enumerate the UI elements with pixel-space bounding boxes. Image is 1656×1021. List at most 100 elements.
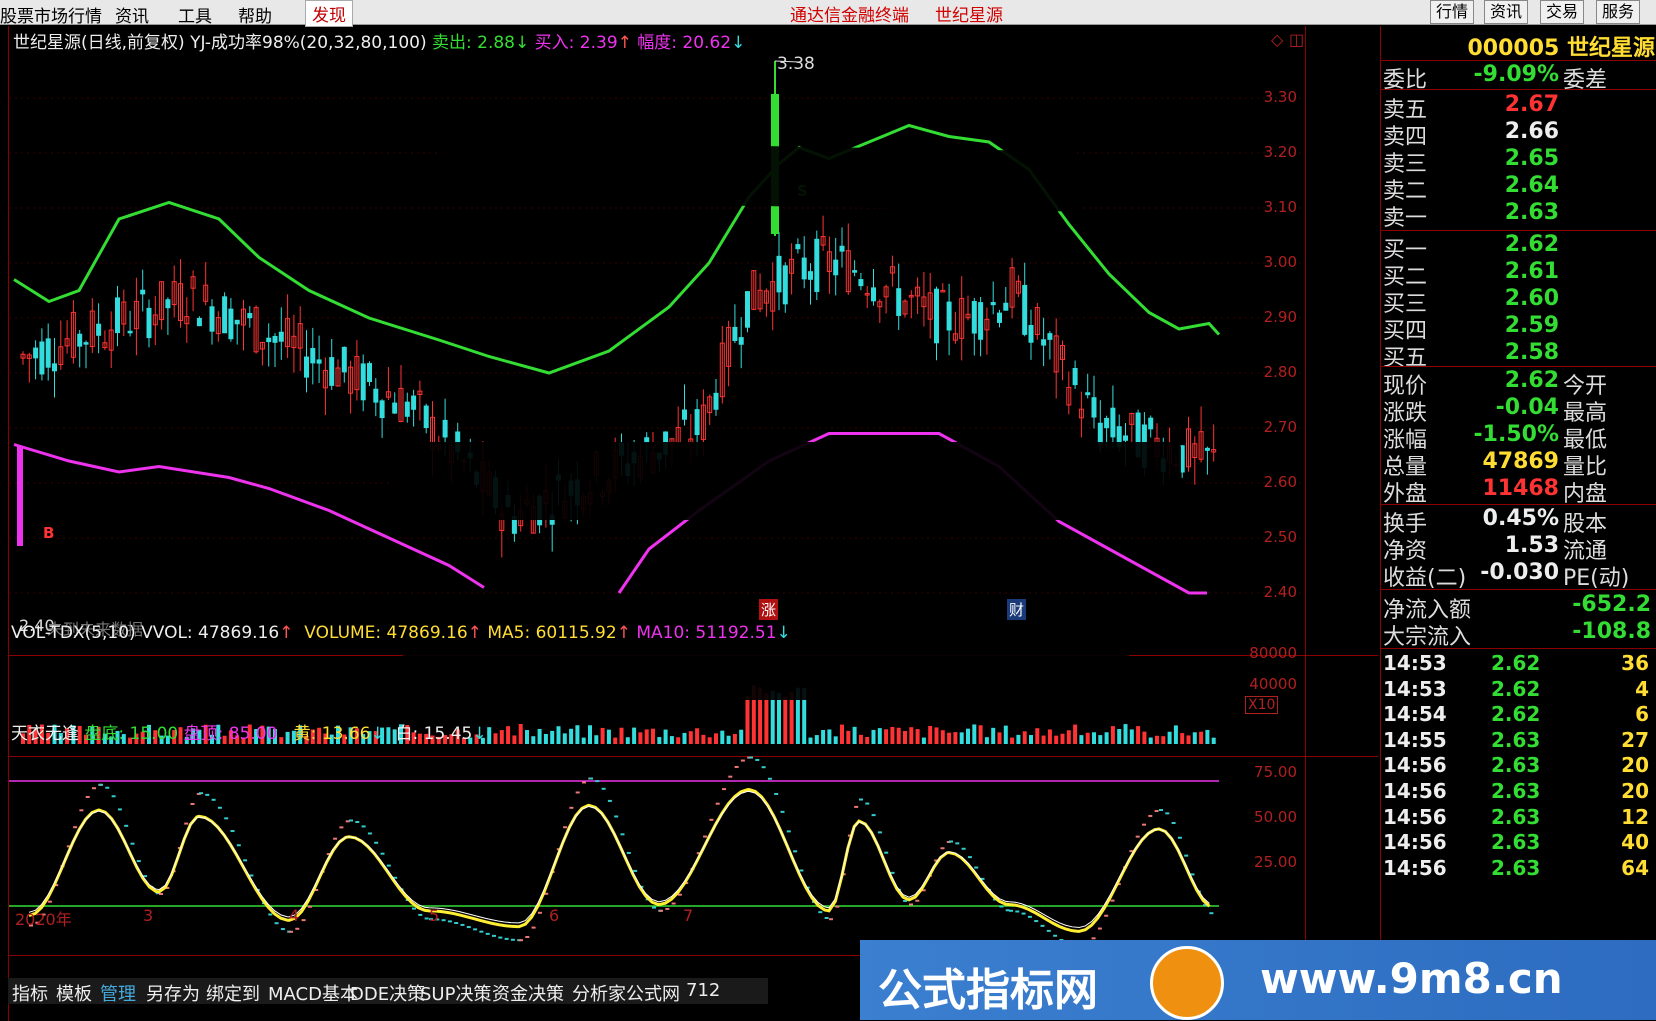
- oscillator-bar: [1027, 915, 1032, 918]
- oscillator-bar: [367, 832, 372, 835]
- oscillator-bar: [73, 826, 78, 829]
- oscillator-legend: 天衣无逢 盘底: 15.00 盘顶: 85.00 黄: 13.66↓ 白: 15…: [11, 719, 487, 744]
- quotes-button[interactable]: 行情: [1430, 0, 1475, 24]
- formula-tab[interactable]: 管理: [100, 980, 136, 1006]
- candle-body: [801, 257, 807, 280]
- separator: [1381, 60, 1656, 61]
- bid-row: 买一 2.62: [1383, 232, 1655, 263]
- volume-bar: [688, 731, 693, 744]
- chart-area[interactable]: 世纪星源(日线,前复权) YJ-成功率98%(20,32,80,100) 卖出:…: [8, 26, 1378, 1021]
- tick-volume: 4: [1635, 676, 1649, 701]
- stock-code-name[interactable]: 000005 世纪星源: [1383, 30, 1655, 61]
- stat-value: 11468: [1482, 476, 1559, 501]
- formula-tab[interactable]: 资金决策: [492, 980, 564, 1006]
- oscillator-bar: [967, 856, 972, 859]
- stock-title: 世纪星源: [935, 6, 1003, 26]
- trade-button[interactable]: 交易: [1540, 0, 1585, 24]
- formula-tab[interactable]: 模板: [56, 980, 92, 1006]
- volume-indicator-name[interactable]: VOL-TDX(5,10): [11, 623, 136, 643]
- formula-tab[interactable]: 另存为: [146, 980, 200, 1006]
- oscillator-name[interactable]: 天衣无逢: [11, 724, 79, 744]
- candle-body: [1204, 447, 1210, 451]
- finance-marker[interactable]: 财: [1007, 599, 1027, 620]
- candle-body: [404, 401, 410, 417]
- logo-icon: [1150, 946, 1224, 1020]
- volume-bar: [1010, 737, 1015, 744]
- menu-market[interactable]: 股票市场行情: [0, 2, 102, 27]
- tick-time: 14:56: [1383, 804, 1447, 829]
- formula-tab[interactable]: DDE决策: [350, 980, 425, 1006]
- oscillator-bar: [1053, 934, 1058, 937]
- limit-up-marker[interactable]: 涨: [759, 599, 779, 620]
- volume-bar: [581, 737, 586, 744]
- volume-bar: [720, 730, 725, 744]
- formula-tab[interactable]: 712: [686, 980, 720, 1001]
- menu-discover[interactable]: 发现: [305, 0, 353, 27]
- tick-row: 14:56 2.63 64: [1383, 856, 1655, 882]
- oscillator-bar: [236, 844, 241, 847]
- price-tick: 2.60: [1263, 473, 1297, 491]
- oscillator-bar: [498, 936, 503, 939]
- candle-body: [1148, 417, 1154, 430]
- down-arrow-icon: ↓: [370, 724, 385, 744]
- menu-help[interactable]: 帮助: [238, 2, 272, 27]
- oscillator-bar: [940, 847, 945, 850]
- volume-bar: [1092, 732, 1096, 744]
- volume-bar: [531, 736, 536, 744]
- price-tick: 2.80: [1263, 363, 1297, 381]
- news-button[interactable]: 资讯: [1484, 0, 1529, 24]
- tick-time: 14:55: [1383, 727, 1447, 752]
- oscillator-bar: [890, 871, 895, 874]
- x-axis-label: 7: [683, 906, 694, 925]
- flow-label: 大宗流入: [1383, 625, 1472, 650]
- menu-tools[interactable]: 工具: [178, 2, 212, 27]
- oscillator-bar: [569, 806, 574, 809]
- stat-value: 2.62: [1504, 368, 1559, 393]
- oscillator-bar: [703, 835, 708, 838]
- volume-bar: [651, 728, 655, 744]
- fundamental-value: 0.45%: [1482, 506, 1559, 531]
- volume-bar: [1186, 735, 1191, 744]
- oscillator-bar: [563, 826, 568, 829]
- oscillator-bar: [909, 903, 913, 906]
- oscillator-bar: [136, 860, 141, 863]
- menu-news[interactable]: 资讯: [115, 2, 149, 27]
- candle-body: [341, 346, 347, 373]
- volume-bar: [978, 725, 983, 744]
- tick-time: 14:53: [1383, 651, 1447, 675]
- formula-tab[interactable]: 绑定到: [206, 980, 260, 1006]
- candle-body: [1072, 368, 1078, 386]
- tick-row: 14:53 2.62 4: [1383, 677, 1655, 703]
- candle-body: [234, 319, 240, 325]
- volume-bar: [575, 725, 580, 744]
- tick-price: 2.63: [1491, 855, 1541, 880]
- candle-body: [1123, 435, 1128, 441]
- formula-tab[interactable]: 指标: [12, 980, 48, 1006]
- volume-bar: [1066, 730, 1071, 744]
- formula-tab[interactable]: 分析家公式网: [572, 980, 680, 1006]
- oscillator-bar: [1154, 810, 1159, 813]
- oscillator-bar: [307, 905, 312, 908]
- candle-body: [247, 312, 253, 319]
- volume-bar: [1079, 735, 1084, 744]
- oscillator-bar: [447, 920, 452, 923]
- fundamental-row: 净资 1.53 流通: [1383, 533, 1655, 564]
- price-tick: 3.00: [1263, 253, 1297, 271]
- oscillator-bar: [230, 830, 235, 833]
- oscillator-bar: [1135, 835, 1140, 838]
- oscillator-bar: [199, 792, 203, 795]
- volume-bar: [1047, 729, 1052, 744]
- formula-tab[interactable]: MACD基本: [268, 980, 358, 1006]
- service-button[interactable]: 服务: [1596, 0, 1641, 24]
- flow-value: -652.2: [1572, 592, 1651, 617]
- volume-bar: [852, 726, 857, 744]
- oscillator-bar: [105, 786, 110, 789]
- oscillator-bar: [1034, 920, 1039, 923]
- bid-price: 2.59: [1504, 313, 1559, 338]
- oscillator-bar: [633, 869, 638, 872]
- candle-body: [713, 392, 719, 410]
- volume-bar: [1104, 732, 1109, 744]
- formula-tab[interactable]: SUP决策: [420, 980, 491, 1006]
- volume-bar: [499, 730, 504, 744]
- oscillator-bar: [974, 866, 979, 869]
